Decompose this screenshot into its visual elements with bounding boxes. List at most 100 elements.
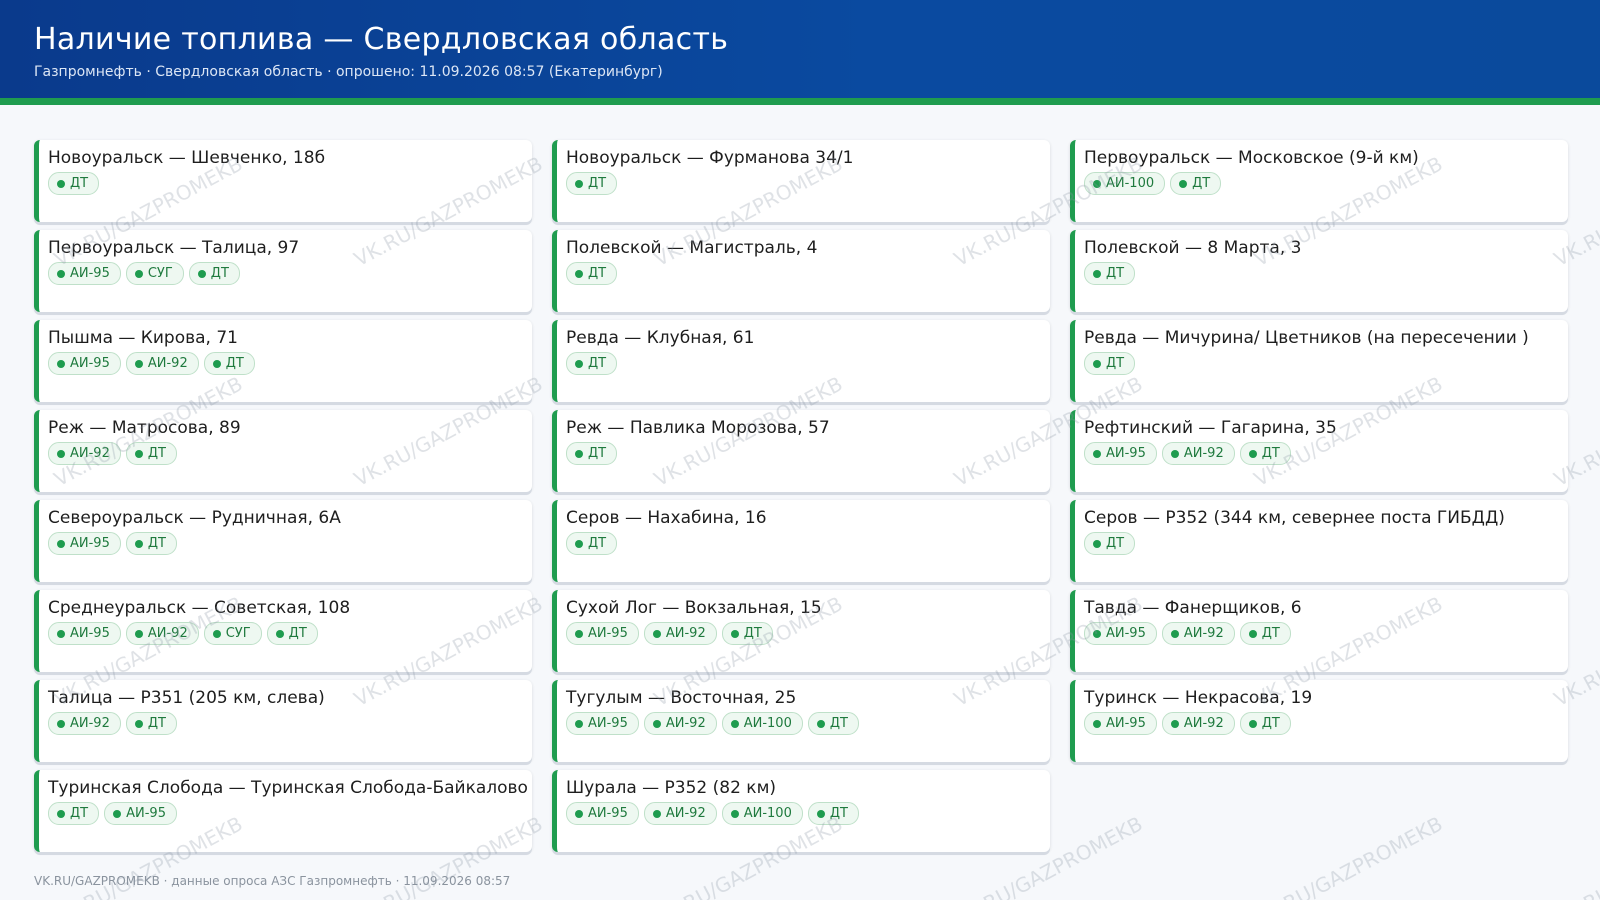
fuel-list: ДТ [1084,262,1136,285]
fuel-label: АИ-92 [70,716,110,731]
station-card: Туринск — Некрасова, 19 АИ-95 АИ-92 ДТ [1070,680,1568,762]
station-card: Рефтинский — Гагарина, 35 АИ-95 АИ-92 ДТ [1070,410,1568,492]
fuel-label: АИ-95 [588,716,628,731]
station-name: Сухой Лог — Вокзальная, 15 [566,598,822,618]
fuel-label: ДТ [210,266,229,281]
station-card: Шурала — Р352 (82 км) АИ-95 АИ-92 АИ-100 ДТ [552,770,1050,852]
page-subtitle: Газпромнефть · Свердловская область · оп… [34,64,663,80]
fuel-label: СУГ [147,266,173,281]
page-header: Наличие топлива — Свердловская область Г… [0,0,1600,98]
fuel-label: АИ-95 [1106,716,1146,731]
station-card: Североуральск — Рудничная, 6А АИ-95 ДТ [34,500,532,582]
available-dot-icon [1093,449,1101,458]
fuel-label: АИ-100 [1106,176,1155,191]
station-card: Тавда — Фанерщиков, 6 АИ-95 АИ-92 ДТ [1070,590,1568,672]
fuel-list: АИ-100 ДТ [1084,172,1222,195]
fuel-chip: АИ-92 [48,712,121,735]
station-card: Новоуральск — Фурманова 34/1 ДТ [552,140,1050,222]
fuel-label: АИ-100 [743,716,792,731]
fuel-chip: АИ-100 [721,802,803,825]
station-card: Пышма — Кирова, 71 АИ-95 АИ-92 ДТ [34,320,532,402]
fuel-list: АИ-95 АИ-92 ДТ [1084,712,1291,735]
available-dot-icon [575,719,583,728]
fuel-chip: АИ-92 [125,622,199,645]
fuel-label: АИ-92 [147,356,188,371]
station-card: Среднеуральск — Советская, 108 АИ-95 АИ-92… [34,590,532,672]
available-dot-icon [1093,179,1101,188]
fuel-chip: СУГ [125,262,184,285]
fuel-label: АИ-92 [665,626,706,641]
fuel-label: ДТ [147,536,166,551]
available-dot-icon [57,719,65,728]
station-name: Туринская Слобода — Туринская Слобода-Ба… [48,778,532,798]
fuel-label: АИ-95 [70,266,110,281]
fuel-chip: ДТ [266,622,318,645]
station-name: Ревда — Клубная, 61 [566,328,755,348]
fuel-label: ДТ [1106,356,1125,371]
fuel-label: ДТ [588,536,607,551]
station-card: Туринская Слобода — Туринская Слобода-Ба… [34,770,532,852]
available-dot-icon [57,809,65,818]
fuel-chip: АИ-95 [104,802,177,825]
fuel-chip: ДТ [125,532,177,555]
station-card: Ревда — Мичурина/ Цветников (на пересече… [1070,320,1568,402]
available-dot-icon [57,269,65,278]
fuel-label: АИ-92 [147,626,188,641]
fuel-label: АИ-95 [70,356,110,371]
fuel-chip: АИ-95 [48,622,121,645]
available-dot-icon [730,719,739,728]
available-dot-icon [575,539,583,548]
fuel-chip: АИ-95 [1084,712,1157,735]
fuel-chip: ДТ [566,532,618,555]
available-dot-icon [575,449,583,458]
fuel-chip: АИ-100 [721,712,803,735]
available-dot-icon [652,719,661,728]
fuel-chip: ДТ [807,712,859,735]
fuel-chip: ДТ [1239,622,1291,645]
fuel-chip: АИ-92 [1161,442,1235,465]
station-card: Ревда — Клубная, 61 ДТ [552,320,1050,402]
fuel-chip: ДТ [48,172,100,195]
available-dot-icon [197,269,206,278]
fuel-list: АИ-95 АИ-92 ДТ [48,352,255,375]
fuel-label: ДТ [1192,176,1211,191]
fuel-label: АИ-95 [588,806,628,821]
available-dot-icon [1170,629,1179,638]
station-card: Талица — Р351 (205 км, слева) АИ-92 ДТ [34,680,532,762]
station-card: Реж — Матросова, 89 АИ-92 ДТ [34,410,532,492]
station-name: Тугулым — Восточная, 25 [566,688,797,708]
fuel-chip: ДТ [1239,442,1291,465]
fuel-label: ДТ [588,446,607,461]
fuel-list: АИ-92 ДТ [48,712,177,735]
fuel-label: АИ-92 [665,806,706,821]
station-name: Полевской — Магистраль, 4 [566,238,818,258]
fuel-list: АИ-95 АИ-92 ДТ [1084,622,1291,645]
fuel-label: АИ-92 [1183,626,1224,641]
available-dot-icon [575,269,583,278]
station-name: Первоуральск — Талица, 97 [48,238,300,258]
fuel-label: ДТ [829,716,848,731]
available-dot-icon [57,539,65,548]
fuel-chip: ДТ [48,802,100,825]
fuel-label: ДТ [588,176,607,191]
station-name: Шурала — Р352 (82 км) [566,778,777,798]
fuel-label: АИ-92 [665,716,706,731]
fuel-label: ДТ [743,626,762,641]
available-dot-icon [134,539,143,548]
fuel-label: ДТ [147,446,166,461]
fuel-label: ДТ [70,806,89,821]
available-dot-icon [1248,449,1257,458]
fuel-list: ДТ [566,262,618,285]
station-name: Серов — Р352 (344 км, севернее поста ГИБ… [1084,508,1505,528]
fuel-label: АИ-95 [126,806,166,821]
fuel-list: ДТ АИ-95 [48,802,177,825]
fuel-chip: АИ-95 [48,352,121,375]
available-dot-icon [575,629,583,638]
fuel-chip: ДТ [1084,352,1136,375]
fuel-chip: ДТ [566,172,618,195]
fuel-list: АИ-95 АИ-92 ДТ [1084,442,1291,465]
station-name: Тавда — Фанерщиков, 6 [1084,598,1302,618]
station-name: Серов — Нахабина, 16 [566,508,767,528]
available-dot-icon [1093,269,1101,278]
fuel-list: АИ-95 ДТ [48,532,177,555]
